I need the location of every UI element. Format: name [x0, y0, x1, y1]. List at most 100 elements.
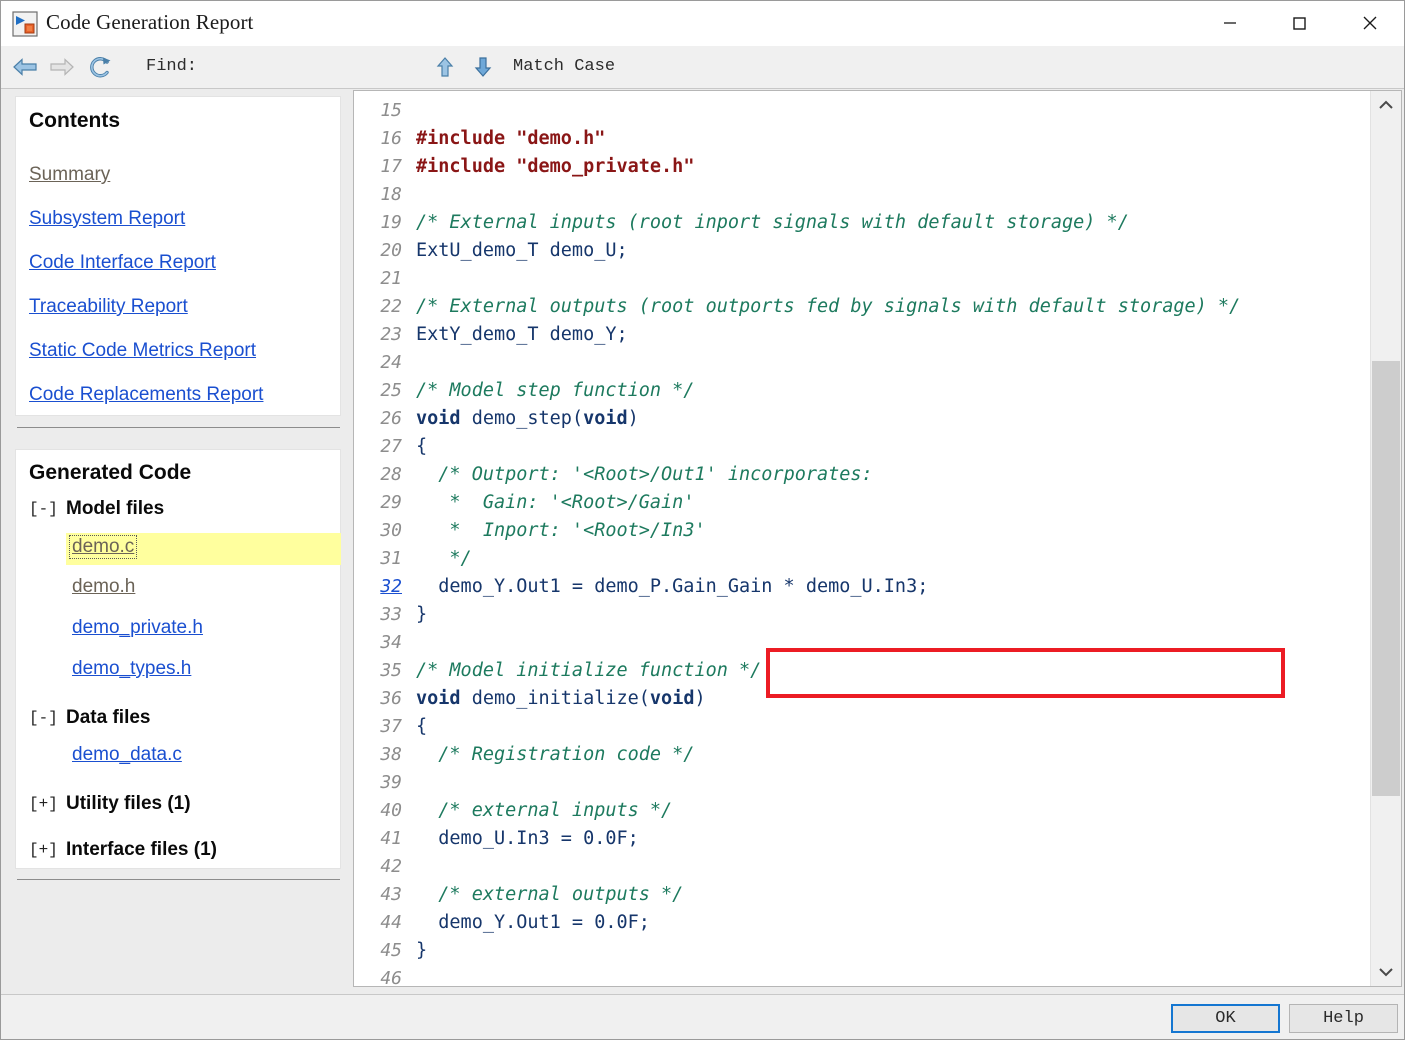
sidebar-item-summary[interactable]: Summary: [29, 164, 110, 186]
code-vertical-scrollbar[interactable]: [1370, 91, 1401, 986]
code-line: 36 void demo_initialize(void): [354, 685, 1240, 713]
code-block-path-link[interactable]: <Root>/Out1: [583, 464, 706, 485]
code-line-text: }: [416, 940, 427, 961]
reload-icon[interactable]: [86, 54, 114, 80]
code-comment: */: [416, 548, 472, 569]
code-line-text: /* Outport: '<Root>/Out1' incorporates:: [416, 464, 873, 485]
code-line-text: demo_Y.Out1 = 0.0F;: [416, 912, 650, 933]
code-string: "demo.h": [516, 128, 606, 149]
code-block-path-link[interactable]: <Root>/In3: [583, 520, 694, 541]
code-token: demo_step(: [460, 408, 584, 429]
tree-file-demo-types-h[interactable]: demo_types.h: [72, 658, 191, 680]
code-keyword: void: [649, 688, 695, 709]
code-comment: ' incorporates:: [705, 464, 873, 485]
tree-file-demo-h[interactable]: demo.h: [72, 576, 135, 598]
code-line-number: 43: [380, 884, 402, 905]
code-line-text: #include "demo.h": [416, 128, 605, 149]
code-line-number: 40: [380, 800, 402, 821]
code-line: 15: [354, 97, 1240, 125]
code-comment: /* Model initialize function */: [416, 660, 762, 681]
tree-group-interface-files[interactable]: Interface files (1): [66, 839, 217, 861]
code-token: {: [416, 436, 428, 457]
code-line: 45}: [354, 937, 1240, 965]
tree-file-demo-data-c[interactable]: demo_data.c: [72, 744, 182, 766]
scrollbar-thumb[interactable]: [1372, 361, 1400, 796]
code-comment: /* Model step function */: [416, 380, 695, 401]
tree-group-data-files[interactable]: Data files: [66, 707, 150, 729]
code-preprocessor: #include: [416, 156, 517, 177]
find-label: Find:: [146, 57, 198, 76]
help-button[interactable]: Help: [1289, 1004, 1398, 1033]
code-line: 31 */: [354, 545, 1240, 573]
sidebar-divider-1: [17, 427, 340, 428]
minimize-icon[interactable]: [1195, 1, 1264, 45]
maximize-icon[interactable]: [1264, 1, 1333, 45]
code-scroll-area[interactable]: 15 16 #include "demo.h" 17 #include "demo_pr…: [354, 91, 1371, 986]
arrow-left-icon[interactable]: [11, 54, 39, 80]
code-line: 18: [354, 181, 1240, 209]
arrow-right-icon: [48, 54, 76, 80]
code-line-number: 42: [380, 856, 402, 877]
code-token: demo_Y.Out1 = 0.0F;: [416, 912, 650, 933]
code-line: 19 /* External inputs (root inport signal…: [354, 209, 1240, 237]
sidebar-item-code-interface-report[interactable]: Code Interface Report: [29, 252, 216, 274]
code-comment: /* external inputs */: [416, 800, 673, 821]
code-line-text: * Gain: '<Root>/Gain': [416, 492, 694, 513]
code-line: 28 /* Outport: '<Root>/Out1' incorporate…: [354, 461, 1240, 489]
code-comment: * Inport: ': [416, 520, 584, 541]
code-line-text: void demo_step(void): [416, 408, 639, 429]
code-block-path-link[interactable]: <Root>/Gain: [561, 492, 684, 513]
code-line-number: 17: [380, 156, 402, 177]
chevron-down-icon[interactable]: [1371, 958, 1401, 986]
code-line-text: {: [416, 716, 427, 737]
code-line-number: 22: [380, 296, 402, 317]
code-line: 37 {: [354, 713, 1240, 741]
tree-group-utility-files[interactable]: Utility files (1): [66, 793, 191, 815]
find-toolbar: Find: Match Case: [1, 46, 1404, 125]
sidebar: Contents Summary Subsystem Report Code I…: [2, 89, 354, 994]
code-line-number: 34: [380, 632, 402, 653]
tree-group-model-files[interactable]: Model files: [66, 498, 164, 520]
code-line-text: void demo_initialize(void): [416, 688, 706, 709]
arrow-up-icon[interactable]: [433, 54, 461, 80]
tree-toggle-data-files[interactable]: [-]: [29, 709, 58, 727]
code-comment: ': [683, 492, 695, 513]
sidebar-item-traceability-report[interactable]: Traceability Report: [29, 296, 188, 318]
title-bar: Code Generation Report: [1, 1, 1404, 47]
code-line-text: demo_Y.Out1 = demo_P.Gain_Gain * demo_U.…: [416, 576, 928, 597]
arrow-down-icon[interactable]: [471, 54, 499, 80]
code-line-number-link[interactable]: 32: [354, 573, 402, 601]
sidebar-item-static-code-metrics-report[interactable]: Static Code Metrics Report: [29, 340, 256, 362]
sidebar-item-code-replacements-report[interactable]: Code Replacements Report: [29, 384, 263, 406]
sidebar-divider-2: [17, 879, 340, 880]
code-line: 43 /* external outputs */: [354, 881, 1240, 909]
code-line-number: 19: [380, 212, 402, 233]
code-token: }: [416, 604, 428, 625]
tree-toggle-model-files[interactable]: [-]: [29, 500, 58, 518]
ok-button[interactable]: OK: [1171, 1004, 1280, 1033]
code-line-text: /* Model initialize function */: [416, 660, 761, 681]
code-line-number: 36: [380, 688, 402, 709]
code-line-text: * Inport: '<Root>/In3': [416, 520, 705, 541]
dialog-footer: OK Help: [1, 994, 1404, 1039]
code-line: 34: [354, 629, 1240, 657]
code-line-number: 16: [380, 128, 402, 149]
code-line-number: 28: [380, 464, 402, 485]
tree-toggle-utility-files[interactable]: [+]: [29, 795, 58, 813]
tree-file-demo-private-h[interactable]: demo_private.h: [72, 617, 203, 639]
contents-heading: Contents: [29, 109, 120, 132]
code-line-text: ExtU_demo_T demo_U;: [416, 240, 628, 261]
tree-file-demo-c[interactable]: demo.c: [72, 536, 134, 558]
code-line-text: /* External outputs (root outports fed b…: [416, 296, 1240, 317]
code-line: 25 /* Model step function */: [354, 377, 1240, 405]
code-line: 23 ExtY_demo_T demo_Y;: [354, 321, 1240, 349]
match-case-label[interactable]: Match Case: [513, 57, 615, 76]
code-token: ExtU_demo_T demo_U;: [416, 240, 628, 261]
code-comment: /* External inputs (root inport signals …: [416, 212, 1129, 233]
code-line: 32 demo_Y.Out1 = demo_P.Gain_Gain * demo…: [354, 573, 1240, 601]
generated-code-panel: Generated Code [-] Model files demo.c de…: [15, 449, 341, 869]
chevron-up-icon[interactable]: [1371, 91, 1401, 119]
close-icon[interactable]: [1335, 1, 1404, 45]
tree-toggle-interface-files[interactable]: [+]: [29, 841, 58, 859]
sidebar-item-subsystem-report[interactable]: Subsystem Report: [29, 208, 185, 230]
